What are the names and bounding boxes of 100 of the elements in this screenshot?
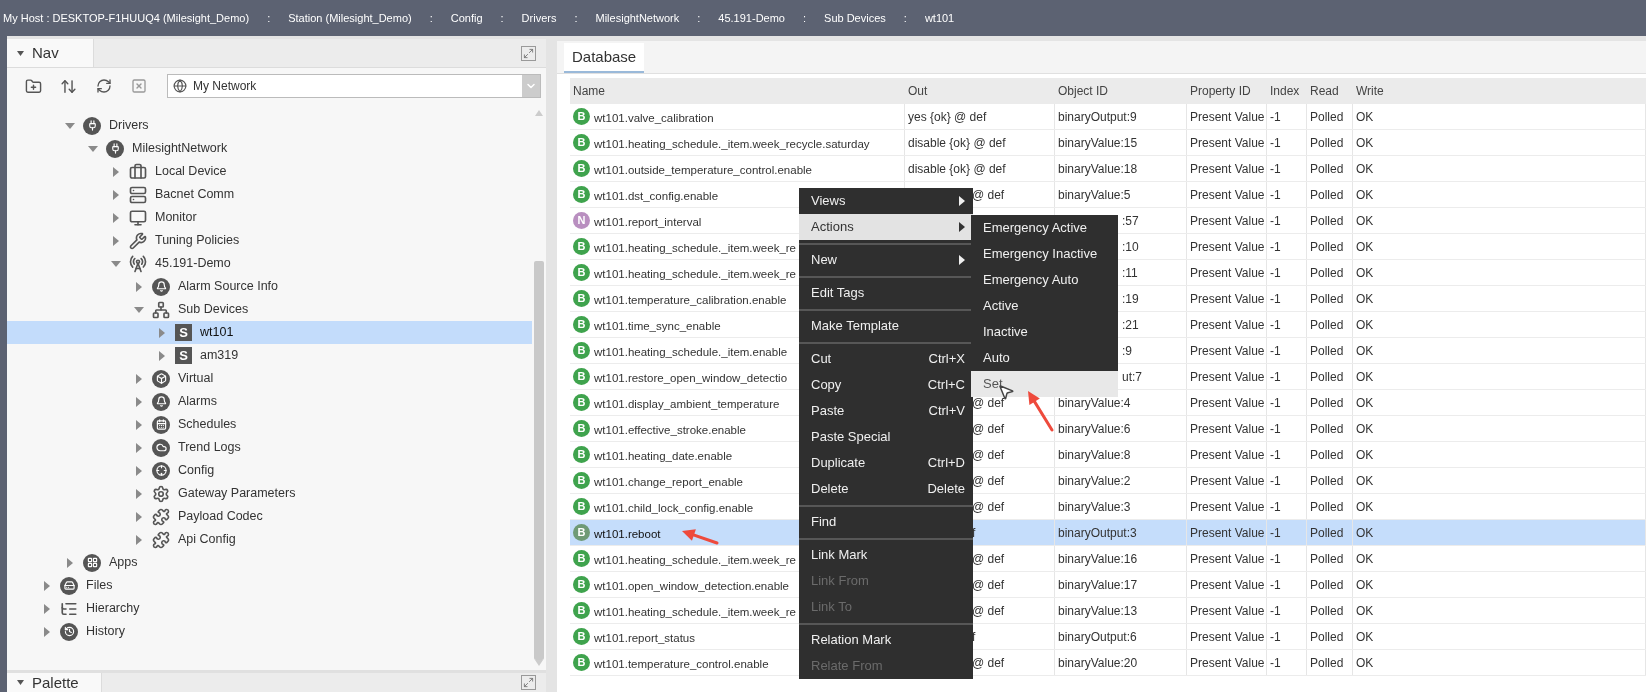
menu-item[interactable]: Copy Ctrl+C bbox=[799, 372, 973, 398]
tree-item[interactable]: Local Device bbox=[7, 160, 532, 183]
property-id: Present Value bbox=[1190, 524, 1265, 542]
maximize-icon[interactable] bbox=[521, 45, 536, 61]
tree-item[interactable]: Hierarchy bbox=[7, 597, 532, 620]
write-status: OK bbox=[1356, 654, 1374, 672]
menu-item[interactable]: Emergency Inactive bbox=[971, 241, 1118, 267]
expand-arrow-icon[interactable] bbox=[157, 350, 167, 361]
tree-item[interactable]: Schedules bbox=[7, 413, 532, 436]
tree-item[interactable]: Apps bbox=[7, 551, 532, 574]
tree-item[interactable]: 45.191-Demo bbox=[7, 252, 532, 275]
palette-tab[interactable]: Palette bbox=[7, 673, 102, 692]
menu-item[interactable]: Emergency Auto bbox=[971, 267, 1118, 293]
expand-arrow-icon[interactable] bbox=[111, 235, 121, 246]
breadcrumb-link[interactable]: Station (Milesight_Demo) bbox=[288, 9, 412, 27]
expand-arrow-icon[interactable] bbox=[157, 327, 167, 338]
column-header[interactable]: Name bbox=[573, 82, 605, 100]
point-name: wt101.effective_stroke.enable bbox=[594, 423, 746, 436]
tree-item[interactable]: Virtual bbox=[7, 367, 532, 390]
column-header[interactable]: Read bbox=[1310, 82, 1339, 100]
menu-item[interactable]: Active bbox=[971, 293, 1118, 319]
menu-item[interactable]: Duplicate Ctrl+D bbox=[799, 450, 973, 476]
read-status: Polled bbox=[1310, 264, 1344, 282]
menu-item[interactable]: Emergency Active bbox=[971, 215, 1118, 241]
expand-arrow-icon[interactable] bbox=[134, 534, 144, 545]
close-icon[interactable] bbox=[131, 78, 147, 94]
collapse-arrow-icon[interactable] bbox=[134, 304, 144, 315]
tree-item[interactable]: Sub Devices bbox=[7, 298, 532, 321]
menu-item[interactable]: Inactive bbox=[971, 319, 1118, 345]
tree-item[interactable]: Monitor bbox=[7, 206, 532, 229]
collapse-arrow-icon[interactable] bbox=[111, 258, 121, 269]
menu-item[interactable]: Actions bbox=[799, 214, 973, 240]
menu-item[interactable]: Find bbox=[799, 509, 973, 535]
tree-item[interactable]: Config bbox=[7, 459, 532, 482]
refresh-icon[interactable] bbox=[96, 78, 112, 94]
menu-item[interactable]: Cut Ctrl+X bbox=[799, 346, 973, 372]
breadcrumb-link[interactable]: 45.191-Demo bbox=[718, 9, 785, 27]
puzzle-icon bbox=[152, 530, 170, 549]
breadcrumb-link[interactable]: My Host : DESKTOP-F1HUUQ4 (Milesight_Demo) bbox=[3, 9, 250, 27]
nav-tab[interactable]: Nav bbox=[7, 39, 94, 67]
expand-arrow-icon[interactable] bbox=[134, 281, 144, 292]
menu-item[interactable]: Views bbox=[799, 188, 973, 214]
menu-item[interactable]: Auto bbox=[971, 345, 1118, 371]
expand-arrow-icon[interactable] bbox=[42, 580, 52, 591]
expand-arrow-icon[interactable] bbox=[134, 465, 144, 476]
tree-item[interactable]: Alarms bbox=[7, 390, 532, 413]
expand-arrow-icon[interactable] bbox=[65, 557, 75, 568]
tree-item[interactable]: MilesightNetwork bbox=[7, 137, 532, 160]
expand-arrow-icon[interactable] bbox=[134, 419, 144, 430]
tree-item[interactable]: Alarm Source Info bbox=[7, 275, 532, 298]
tree-item[interactable]: Files bbox=[7, 574, 532, 597]
breadcrumb-link[interactable]: wt101 bbox=[924, 9, 955, 27]
breadcrumb-link[interactable]: Sub Devices bbox=[824, 9, 886, 27]
tree-item[interactable]: Tuning Policies bbox=[7, 229, 532, 252]
collapse-arrow-icon[interactable] bbox=[88, 143, 98, 154]
expand-arrow-icon[interactable] bbox=[134, 396, 144, 407]
expand-arrow-icon[interactable] bbox=[134, 442, 144, 453]
expand-arrow-icon[interactable] bbox=[42, 626, 52, 637]
network-select[interactable]: My Network bbox=[167, 74, 541, 98]
expand-arrow-icon[interactable] bbox=[134, 488, 144, 499]
maximize-icon[interactable] bbox=[521, 675, 536, 690]
breadcrumb-link[interactable]: Config bbox=[450, 9, 483, 27]
collapse-arrow-icon[interactable] bbox=[65, 120, 75, 131]
menu-item[interactable]: Paste Ctrl+V bbox=[799, 398, 973, 424]
expand-arrow-icon[interactable] bbox=[134, 511, 144, 522]
expand-arrow-icon[interactable] bbox=[111, 166, 121, 177]
menu-item[interactable]: Edit Tags bbox=[799, 280, 973, 306]
menu-item[interactable]: Paste Special bbox=[799, 424, 973, 450]
tree-item[interactable]: History bbox=[7, 620, 532, 643]
menu-item[interactable]: Link Mark bbox=[799, 542, 973, 568]
column-header[interactable]: Object ID bbox=[1058, 82, 1108, 100]
tree-item[interactable]: Payload Codec bbox=[7, 505, 532, 528]
breadcrumb-link[interactable]: MilesightNetwork bbox=[595, 9, 680, 27]
column-header[interactable]: Index bbox=[1270, 82, 1300, 100]
menu-item[interactable]: Delete Delete bbox=[799, 476, 973, 502]
drive-icon bbox=[60, 576, 78, 595]
expand-arrow-icon[interactable] bbox=[111, 212, 121, 223]
menu-item[interactable]: Relation Mark bbox=[799, 627, 973, 653]
tree-item[interactable]: S am319 bbox=[7, 344, 532, 367]
menu-item[interactable]: New bbox=[799, 247, 973, 273]
tree-item[interactable]: Trend Logs bbox=[7, 436, 532, 459]
tree-item[interactable]: Api Config bbox=[7, 528, 532, 551]
point-badge: B bbox=[573, 342, 590, 359]
expand-arrow-icon[interactable] bbox=[111, 189, 121, 200]
sort-icon[interactable] bbox=[60, 77, 77, 95]
folder-plus-icon[interactable] bbox=[25, 77, 42, 95]
expand-arrow-icon[interactable] bbox=[134, 373, 144, 384]
tree-item[interactable]: Gateway Parameters bbox=[7, 482, 532, 505]
column-header[interactable]: Property ID bbox=[1190, 82, 1251, 100]
database-tab[interactable]: Database bbox=[564, 43, 645, 73]
tree-item[interactable]: Drivers bbox=[7, 114, 532, 137]
object-id: :19 bbox=[1122, 290, 1139, 308]
tree-item[interactable]: S wt101 bbox=[7, 321, 532, 344]
column-header[interactable]: Write bbox=[1356, 82, 1384, 100]
tree-item[interactable]: Bacnet Comm bbox=[7, 183, 532, 206]
column-header[interactable]: Out bbox=[908, 82, 928, 100]
menu-item[interactable]: Make Template bbox=[799, 313, 973, 339]
breadcrumb-link[interactable]: Drivers bbox=[521, 9, 557, 27]
expand-arrow-icon[interactable] bbox=[42, 603, 52, 614]
crosshair-icon bbox=[152, 461, 170, 480]
